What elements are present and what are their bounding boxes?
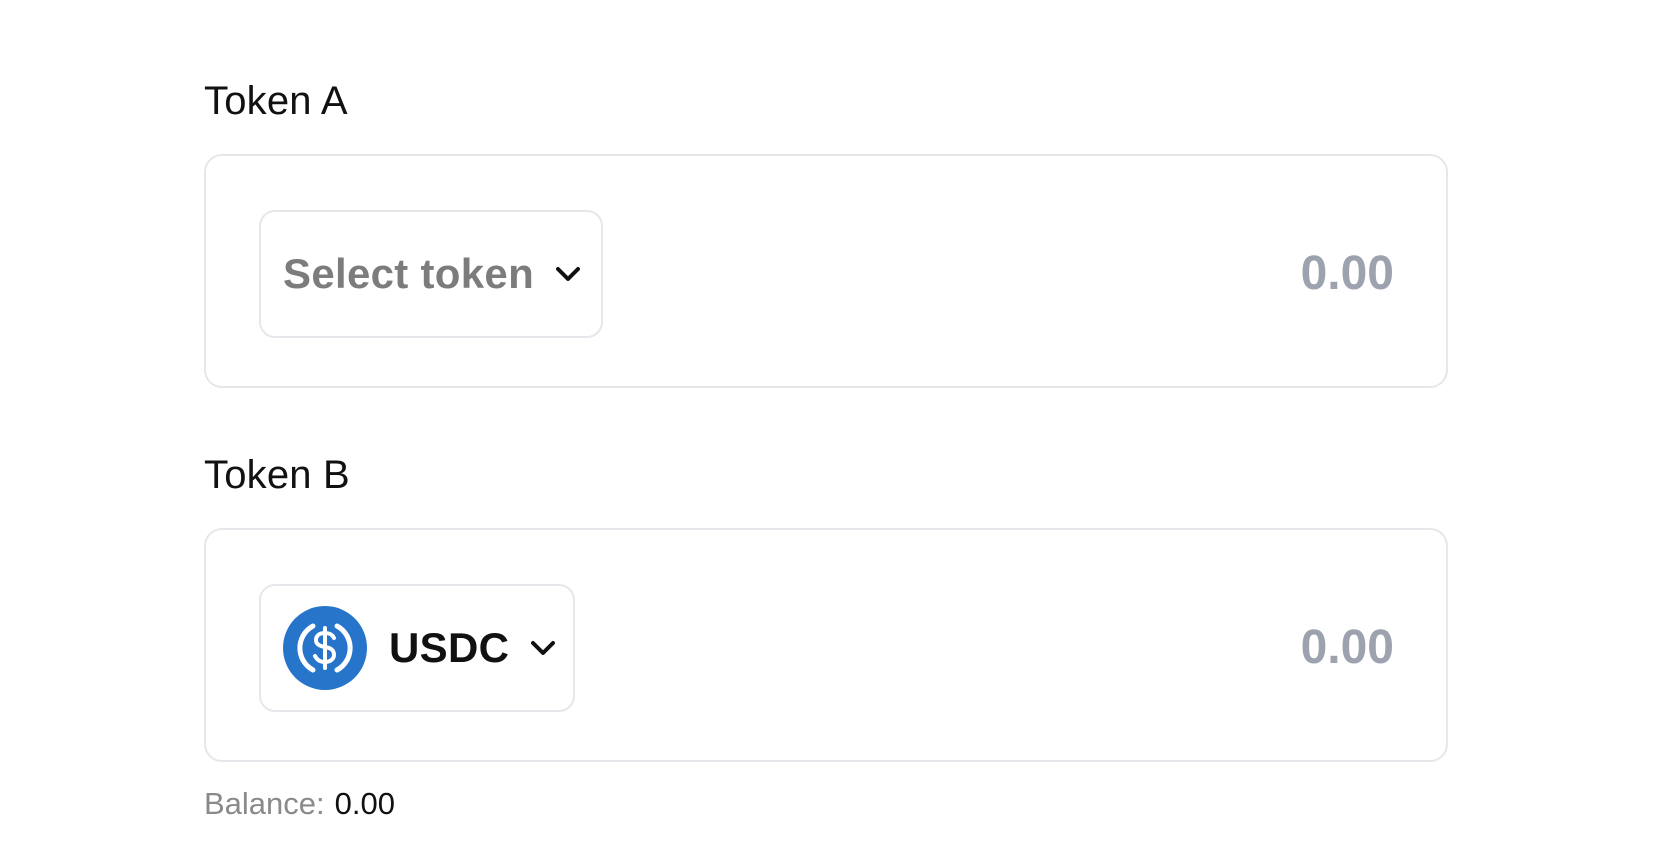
- token-b-balance: Balance: 0.00: [204, 788, 395, 819]
- usdc-icon: [283, 606, 367, 690]
- token-b-amount-input[interactable]: [1094, 612, 1394, 682]
- chevron-down-icon: [554, 264, 582, 284]
- token-b-label: Token B: [204, 453, 350, 497]
- token-b-card: USDC: [204, 528, 1448, 762]
- token-a-amount-input[interactable]: [1094, 238, 1394, 308]
- token-a-label: Token A: [204, 79, 348, 123]
- select-token-text: Select token: [283, 250, 535, 297]
- balance-value: 0.00: [334, 786, 395, 821]
- token-a-select-button[interactable]: Select token: [259, 210, 603, 338]
- balance-label: Balance:: [204, 786, 325, 821]
- chevron-down-icon: [529, 638, 557, 658]
- token-b-select-button[interactable]: USDC: [259, 584, 575, 712]
- token-a-card: Select token: [204, 154, 1448, 388]
- token-symbol: USDC: [389, 624, 510, 671]
